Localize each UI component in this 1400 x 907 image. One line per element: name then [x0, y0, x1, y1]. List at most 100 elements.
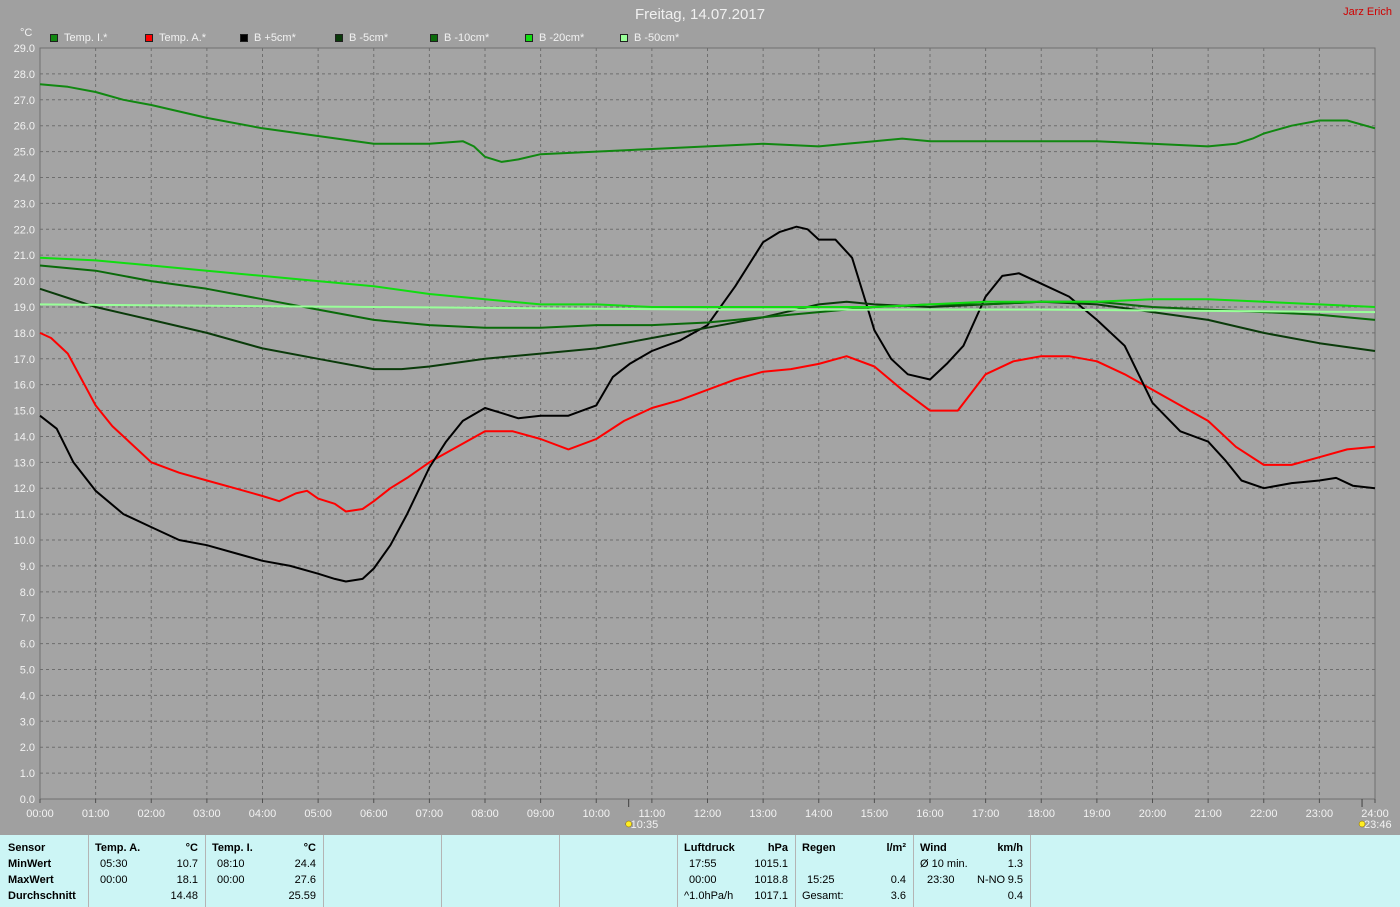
y-tick-label: 14.0 — [14, 431, 35, 443]
legend-label: B +5cm* — [254, 32, 296, 44]
y-tick-label: 9.0 — [20, 561, 35, 573]
legend-item-b-minus20[interactable]: B -20cm* — [525, 31, 584, 45]
y-tick-label: 27.0 — [14, 95, 35, 107]
luftdruck-trend: ^1.0hPa/h — [684, 890, 734, 902]
x-tick-label: 16:00 — [916, 808, 944, 820]
legend-item-b-plus5[interactable]: B +5cm* — [240, 31, 296, 45]
x-tick-label: 23:00 — [1306, 808, 1334, 820]
luftdruck-unit: hPa — [767, 842, 788, 854]
y-tick-label: 1.0 — [20, 768, 35, 780]
wind-max-direction: N-NO — [977, 874, 1006, 886]
luftdruck-min-value: 1015.1 — [754, 858, 788, 870]
time-marker-label: 10:35 — [631, 819, 659, 831]
stats-col-empty-3 — [560, 835, 678, 907]
temperature-chart: 0.0 1.0 2.0 3.0 4.0 5.0 6.0 7.0 8.0 9.0 10.0 11.0 12… — [14, 43, 1392, 831]
maxwert-label: MaxWert — [8, 874, 54, 886]
stats-col-empty-1 — [324, 835, 442, 907]
x-tick-label: 00:00 — [26, 808, 54, 820]
x-tick-label: 10:00 — [582, 808, 610, 820]
wind-unit: km/h — [997, 842, 1023, 854]
legend-label: B -20cm* — [539, 32, 585, 44]
y-tick-label: 8.0 — [20, 587, 35, 599]
legend-item-temp-a[interactable]: Temp. A.* — [145, 31, 206, 45]
stats-col-luftdruck: Luftdruck hPa 17:55 1015.1 00:00 1018.8 … — [678, 835, 796, 907]
legend-label: B -10cm* — [444, 32, 490, 44]
wind-avg-value: 1.3 — [1007, 858, 1023, 870]
x-tick-label: 01:00 — [82, 808, 110, 820]
temp-a-header: Temp. A. — [95, 842, 141, 854]
statistics-table: Sensor MinWert MaxWert Durchschnitt Temp… — [0, 835, 1400, 907]
wind-day-average: 0.4 — [1007, 890, 1023, 902]
chart-legend: Temp. I.* Temp. A.* B +5cm* B -5cm* B -1… — [0, 31, 700, 45]
x-tick-label: 14:00 — [805, 808, 833, 820]
legend-swatch — [335, 34, 343, 42]
stats-col-wind: Wind km/h Ø 10 min. 1.3 23:30 N-NO 9.5 0… — [914, 835, 1031, 907]
x-tick-label: 02:00 — [137, 808, 165, 820]
x-tick-label: 06:00 — [360, 808, 388, 820]
sensor-header: Sensor — [8, 842, 46, 854]
x-tick-label: 04:00 — [249, 808, 277, 820]
y-tick-label: 12.0 — [14, 483, 35, 495]
temp-i-max-time: 00:00 — [217, 874, 245, 886]
y-tick-label: 4.0 — [20, 690, 35, 702]
legend-item-b-minus5[interactable]: B -5cm* — [335, 31, 388, 45]
wind-header: Wind — [920, 842, 947, 854]
luftdruck-current: 1017.1 — [754, 890, 788, 902]
x-tick-label: 20:00 — [1139, 808, 1167, 820]
temp-a-unit: °C — [185, 842, 198, 854]
temp-i-min-time: 08:10 — [217, 858, 245, 870]
x-tick-label: 08:00 — [471, 808, 499, 820]
luftdruck-min-time: 17:55 — [689, 858, 717, 870]
wind-max-value: 9.5 — [1007, 874, 1023, 886]
x-tick-label: 07:00 — [416, 808, 444, 820]
y-tick-label: 11.0 — [14, 509, 35, 521]
temp-a-max-value: 18.1 — [176, 874, 198, 886]
temp-a-average: 14.48 — [170, 890, 198, 902]
temp-a-min-value: 10.7 — [176, 858, 198, 870]
regen-total-value: 3.6 — [890, 890, 906, 902]
x-tick-label: 12:00 — [694, 808, 722, 820]
legend-item-temp-i[interactable]: Temp. I.* — [50, 31, 107, 45]
temp-i-average: 25.59 — [288, 890, 316, 902]
legend-swatch — [50, 34, 58, 42]
y-tick-label: 7.0 — [20, 613, 35, 625]
stats-col-regen: Regen l/m² 15:25 0.4 Gesamt: 3.6 — [796, 835, 914, 907]
legend-swatch — [620, 34, 628, 42]
minwert-label: MinWert — [8, 858, 52, 870]
x-tick-label: 13:00 — [749, 808, 777, 820]
x-tick-label: 03:00 — [193, 808, 221, 820]
y-axis-ticks: 0.0 1.0 2.0 3.0 4.0 5.0 6.0 7.0 8.0 9.0 10.0 11.0 12… — [14, 43, 35, 806]
y-tick-label: 28.0 — [14, 69, 35, 81]
durchschnitt-label: Durchschnitt — [8, 890, 76, 902]
legend-item-b-minus50[interactable]: B -50cm* — [620, 31, 679, 45]
legend-label: B -5cm* — [349, 32, 389, 44]
y-tick-label: 23.0 — [14, 198, 35, 210]
x-tick-label: 05:00 — [304, 808, 332, 820]
temp-i-max-value: 27.6 — [294, 874, 316, 886]
y-tick-label: 3.0 — [20, 716, 35, 728]
time-marker-label: 23:46 — [1364, 819, 1392, 831]
y-tick-label: 22.0 — [14, 224, 35, 236]
regen-unit: l/m² — [886, 842, 906, 854]
legend-swatch — [525, 34, 533, 42]
x-axis-ticks: 00:00 01:00 02:00 03:00 04:00 05:00 06:00 07:00… — [26, 799, 1389, 820]
luftdruck-header: Luftdruck — [684, 842, 735, 854]
legend-label: Temp. A.* — [159, 32, 207, 44]
author-label: Jarz Erich — [1343, 6, 1392, 18]
y-tick-label: 24.0 — [14, 172, 35, 184]
y-tick-label: 10.0 — [14, 535, 35, 547]
y-tick-label: 25.0 — [14, 147, 35, 159]
luftdruck-max-value: 1018.8 — [754, 874, 788, 886]
regen-header: Regen — [802, 842, 836, 854]
y-tick-label: 0.0 — [20, 794, 35, 806]
x-tick-label: 19:00 — [1083, 808, 1111, 820]
temp-i-min-value: 24.4 — [294, 858, 316, 870]
stats-col-temp-i: Temp. I. °C 08:10 24.4 00:00 27.6 25.59 — [206, 835, 324, 907]
temp-i-header: Temp. I. — [212, 842, 253, 854]
y-tick-label: 6.0 — [20, 639, 35, 651]
y-tick-label: 16.0 — [14, 380, 35, 392]
legend-label: Temp. I.* — [64, 32, 108, 44]
x-tick-label: 09:00 — [527, 808, 555, 820]
regen-time: 15:25 — [807, 874, 835, 886]
legend-item-b-minus10[interactable]: B -10cm* — [430, 31, 489, 45]
